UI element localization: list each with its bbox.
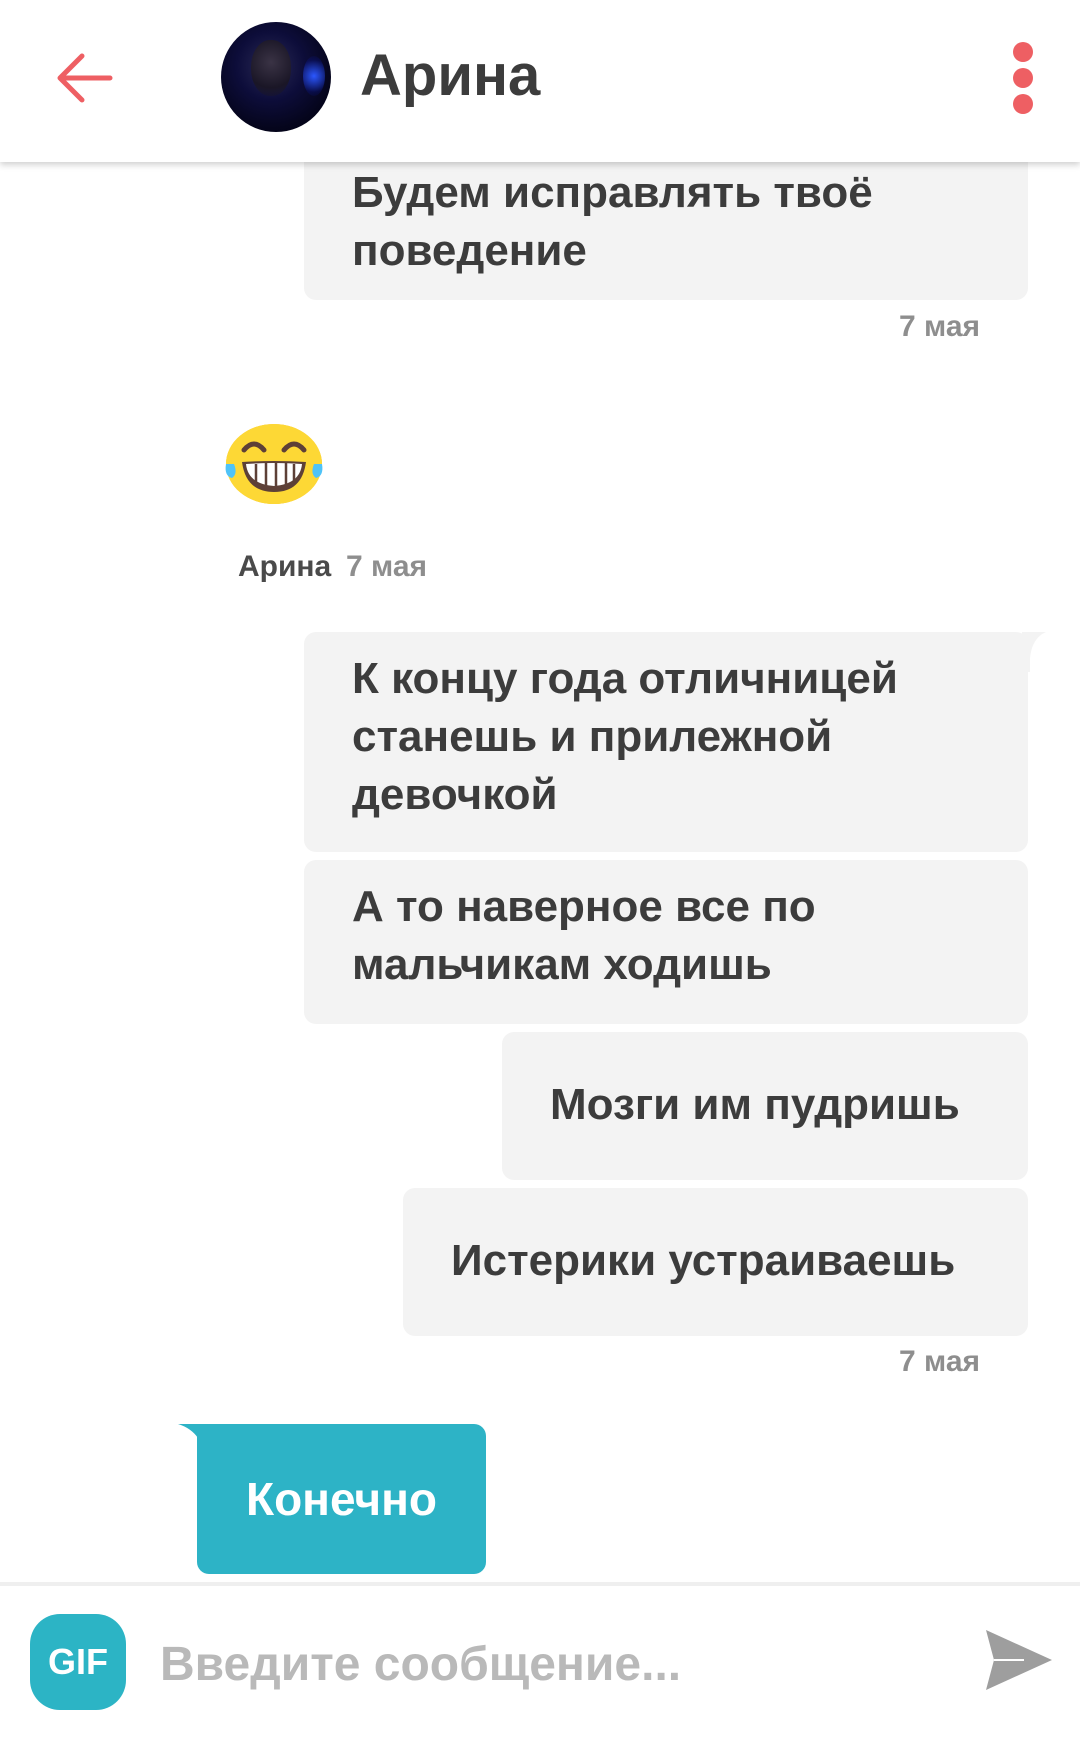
message-text: Будем исправлять твоё поведение <box>352 168 873 275</box>
message-input-bar: GIF <box>0 1582 1080 1738</box>
message-bubble: Будем исправлять твоё поведение <box>304 162 1028 300</box>
chat-screen: Арина Будем исправлять твоё поведение 7 … <box>0 0 1080 1738</box>
message-timestamp: 7 мая <box>899 1345 981 1378</box>
message-sender: Арина <box>238 550 332 583</box>
chat-header: Арина <box>0 0 1080 162</box>
message-text: Конечно <box>246 1473 437 1525</box>
more-options-button[interactable] <box>1008 42 1038 114</box>
back-button[interactable] <box>52 44 116 108</box>
message-bubble: К концу года отличницей станешь и прилеж… <box>304 632 1028 852</box>
message-timestamp: 7 мая <box>346 550 428 583</box>
message-timestamp: 7 мая <box>899 310 981 343</box>
message-input[interactable] <box>160 1622 960 1706</box>
message-bubble: Мозги им пудришь <box>502 1032 1028 1180</box>
send-icon <box>986 1630 1052 1690</box>
message-list[interactable]: Будем исправлять твоё поведение 7 мая Ар… <box>0 162 1080 1582</box>
message-bubble: А то наверное все по мальчикам ходишь <box>304 860 1028 1024</box>
outgoing-message-bubble: Конечно <box>197 1424 486 1574</box>
message-text: Мозги им пудришь <box>550 1080 960 1129</box>
gif-button[interactable]: GIF <box>30 1614 126 1710</box>
message-bubble: Истерики устраиваешь <box>403 1188 1028 1336</box>
contact-avatar[interactable] <box>221 22 331 132</box>
send-button[interactable] <box>984 1624 1054 1694</box>
arrow-left-icon <box>57 53 113 103</box>
message-text: А то наверное все по мальчикам ходишь <box>352 882 816 989</box>
message-text: Истерики устраиваешь <box>451 1236 956 1285</box>
contact-name[interactable]: Арина <box>360 40 540 112</box>
message-text: К концу года отличницей станешь и прилеж… <box>352 654 898 819</box>
laughing-tears-emoji <box>225 424 323 504</box>
